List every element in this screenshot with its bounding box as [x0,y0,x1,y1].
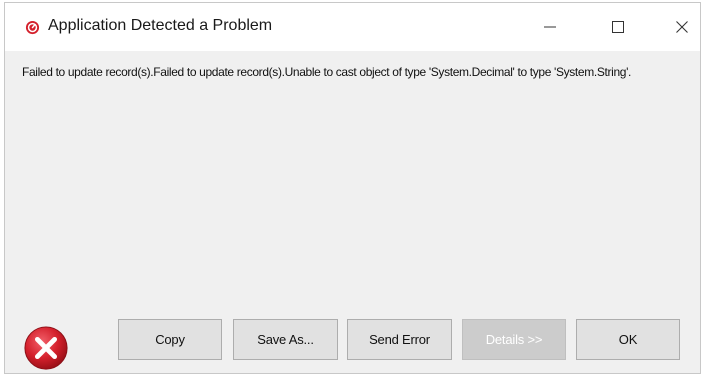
close-button[interactable] [659,3,700,51]
maximize-button[interactable] [595,3,641,51]
minimize-icon [544,26,556,28]
error-message: Failed to update record(s).Failed to upd… [22,65,632,79]
copy-button[interactable]: Copy [118,319,222,360]
error-icon [24,326,68,370]
ok-button[interactable]: OK [576,319,680,360]
title-bar[interactable]: Application Detected a Problem [5,3,700,51]
save-as-button[interactable]: Save As... [233,319,338,360]
close-icon [676,21,688,33]
details-button[interactable]: Details >> [462,319,566,360]
app-error-icon [25,20,40,35]
window-title: Application Detected a Problem [48,17,273,34]
error-dialog: Application Detected a Problem Failed to… [4,2,701,374]
maximize-icon [612,21,624,33]
minimize-button[interactable] [527,3,573,51]
send-error-button[interactable]: Send Error [347,319,452,360]
